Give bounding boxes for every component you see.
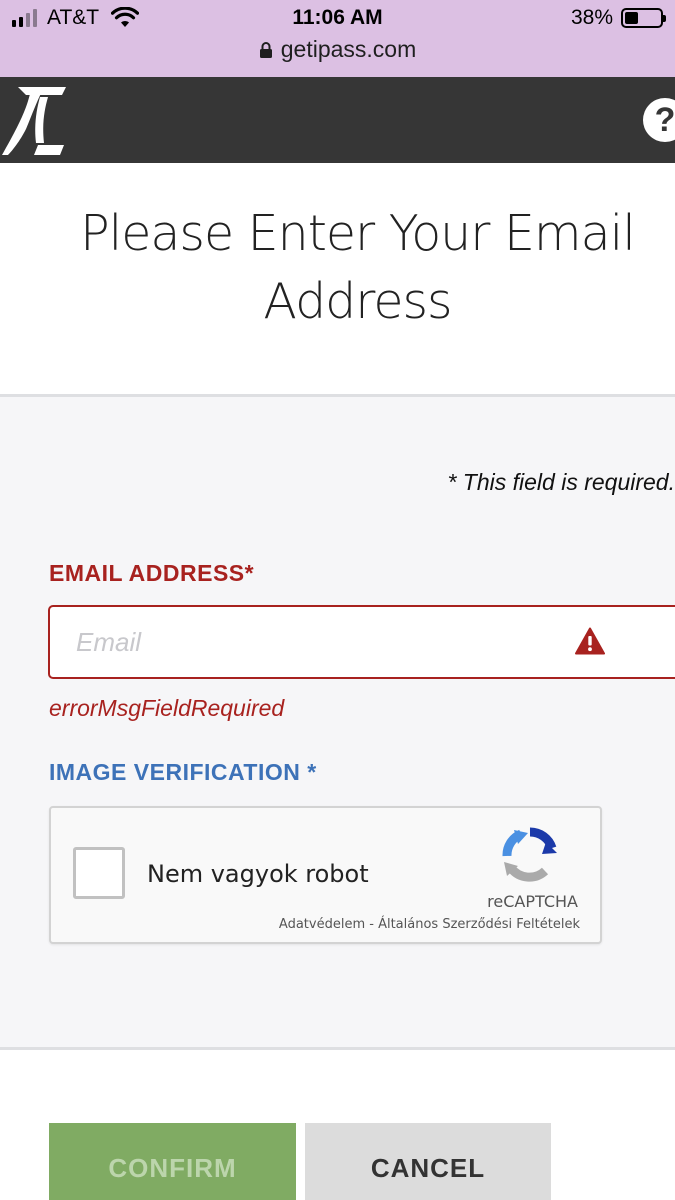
lock-icon xyxy=(259,41,272,58)
battery-level xyxy=(625,12,638,24)
recaptcha-logo-icon xyxy=(502,827,557,882)
email-field-container xyxy=(48,605,675,679)
required-field-note: * This field is required. xyxy=(447,469,675,495)
cancel-button[interactable]: CANCEL xyxy=(305,1123,551,1200)
site-header: ? xyxy=(0,77,675,163)
recaptcha-widget: Nem vagyok robot reCAPTCHA Adatvédelem -… xyxy=(49,806,602,944)
email-error-message: errorMsgFieldRequired xyxy=(49,695,285,721)
ipass-logo[interactable] xyxy=(0,85,68,155)
warning-triangle-icon xyxy=(575,627,605,655)
question-circle-icon[interactable]: ? xyxy=(643,98,675,142)
email-label: EMAIL ADDRESS* xyxy=(49,560,254,587)
battery-info: 38% xyxy=(570,6,666,30)
url-text: getipass.com xyxy=(280,36,417,62)
link-separator: - xyxy=(365,917,379,932)
battery-percent: 38% xyxy=(570,6,613,29)
recaptcha-label: Nem vagyok robot xyxy=(147,860,369,888)
email-form: * This field is required. EMAIL ADDRESS*… xyxy=(0,394,675,1050)
battery-icon xyxy=(621,8,666,28)
url-bar[interactable]: getipass.com xyxy=(0,36,675,63)
recaptcha-brand: reCAPTCHA xyxy=(487,892,578,911)
page-title: Please Enter Your Email Address xyxy=(80,205,636,330)
recaptcha-checkbox[interactable] xyxy=(73,847,125,899)
terms-link[interactable]: Általános Szerződési Feltételek xyxy=(378,917,580,932)
required-marker: * xyxy=(244,560,255,586)
confirm-button[interactable]: CONFIRM xyxy=(49,1123,296,1200)
privacy-link[interactable]: Adatvédelem xyxy=(279,917,365,932)
recaptcha-links: Adatvédelem - Általános Szerződési Felté… xyxy=(279,917,580,932)
status-bar: AT&T 11:06 AM 38% getipass.com xyxy=(0,0,675,77)
email-field[interactable] xyxy=(76,607,546,677)
email-label-text: EMAIL ADDRESS xyxy=(49,560,245,586)
image-verification-label: IMAGE VERIFICATION * xyxy=(49,759,317,785)
